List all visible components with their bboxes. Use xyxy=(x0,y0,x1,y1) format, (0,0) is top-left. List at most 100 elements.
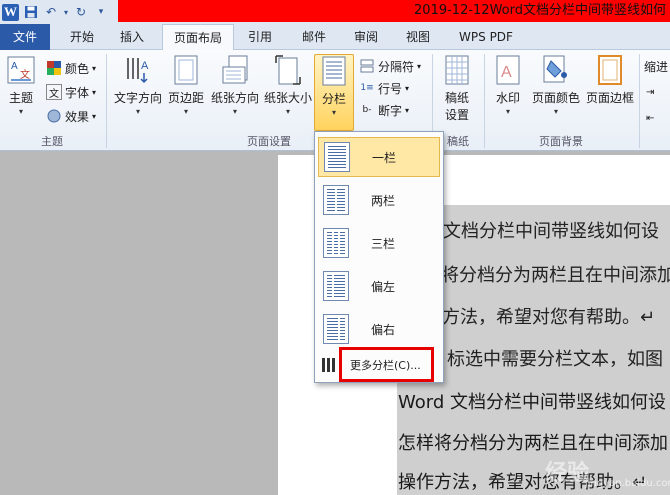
theme-effects-button[interactable]: 效果 ▾ xyxy=(46,106,96,126)
tab-mailings[interactable]: 邮件 xyxy=(290,24,338,50)
page-size-label: 纸张大小 xyxy=(263,91,312,105)
columns-button[interactable]: 分栏 ▾ xyxy=(314,54,354,131)
quick-access-toolbar: W ↶ ▾ ↻ ▾ xyxy=(0,0,109,24)
line-numbers-button[interactable]: 1≡ 行号 ▾ xyxy=(359,78,409,98)
chevron-down-icon: ▾ xyxy=(417,61,422,71)
themes-icon: A文 xyxy=(6,54,36,86)
breaks-button[interactable]: 分隔符 ▾ xyxy=(359,56,421,76)
page-size-icon xyxy=(273,54,303,86)
page-color-label: 页面颜色 xyxy=(531,91,580,105)
page-size-button[interactable]: 纸张大小 ▾ xyxy=(262,54,314,116)
columns-option-label: 一栏 xyxy=(372,150,397,165)
group-divider xyxy=(639,54,640,148)
right-column-icon xyxy=(323,314,349,344)
document-line-3[interactable]: 方法，希望对您有帮助。↵ xyxy=(442,303,655,329)
undo-icon[interactable]: ↶ xyxy=(43,4,59,20)
line-numbers-label: 行号 xyxy=(378,81,403,96)
columns-option-right[interactable]: 偏右 xyxy=(318,309,440,349)
line-numbers-icon: 1≡ xyxy=(360,83,374,93)
columns-option-label: 偏右 xyxy=(371,322,396,337)
orientation-button[interactable]: 纸张方向 ▾ xyxy=(209,54,261,116)
tab-file[interactable]: 文件 xyxy=(0,24,50,50)
page-borders-label: 页面边框 xyxy=(585,91,634,105)
manuscript-settings-button[interactable]: 稿纸 设置 xyxy=(440,54,474,123)
font-icon: 文 xyxy=(46,84,62,100)
tab-page-layout[interactable]: 页面布局 xyxy=(162,24,234,51)
effects-icon xyxy=(46,108,62,124)
columns-option-one[interactable]: 一栏 xyxy=(318,137,440,177)
manuscript-label-line2: 设置 xyxy=(444,108,469,122)
document-title: 2019-12-12Word文档分栏中间带竖线如何 xyxy=(414,3,666,18)
margins-button[interactable]: 页边距 ▾ xyxy=(166,54,206,116)
palette-icon xyxy=(46,60,62,76)
two-columns-icon xyxy=(323,185,349,215)
manuscript-label-line1: 稿纸 xyxy=(444,91,469,105)
tab-review[interactable]: 审阅 xyxy=(342,24,390,50)
margins-label: 页边距 xyxy=(167,91,204,105)
tab-insert[interactable]: 插入 xyxy=(108,24,156,50)
undo-dropdown-icon[interactable]: ▾ xyxy=(63,4,69,20)
tab-home[interactable]: 开始 xyxy=(58,24,106,50)
columns-icon xyxy=(319,55,349,87)
chevron-down-icon: ▾ xyxy=(505,107,510,116)
chevron-down-icon: ▾ xyxy=(405,83,410,93)
text-direction-button[interactable]: A 文字方向 ▾ xyxy=(112,54,164,116)
breaks-icon xyxy=(359,58,375,74)
theme-group-label: 主题 xyxy=(41,135,63,148)
chevron-down-icon: ▾ xyxy=(553,107,558,116)
three-columns-icon xyxy=(323,228,349,258)
group-divider xyxy=(484,54,485,148)
tab-wps-pdf[interactable]: WPS PDF xyxy=(448,24,524,50)
indent-left-icon[interactable]: ⇥ xyxy=(646,82,654,102)
tab-references[interactable]: 引用 xyxy=(236,24,284,50)
customize-qat-icon[interactable]: ▾ xyxy=(93,4,109,20)
text-direction-icon: A xyxy=(123,54,153,86)
save-icon[interactable] xyxy=(23,4,39,20)
manuscript-icon xyxy=(442,54,472,86)
document-line-1[interactable]: 文档分栏中间带竖线如何设 xyxy=(443,217,659,243)
columns-option-label: 偏左 xyxy=(371,279,396,294)
hyphenation-label: 断字 xyxy=(378,103,403,118)
columns-dropdown-menu: 一栏 两栏 三栏 偏左 偏右 更多分栏(C)... xyxy=(314,131,444,383)
more-columns-icon xyxy=(322,358,336,372)
themes-button[interactable]: A文 主题 ▾ xyxy=(4,54,38,116)
tab-view[interactable]: 视图 xyxy=(394,24,442,50)
left-column-icon xyxy=(323,271,349,301)
watermark-button[interactable]: A 水印 ▾ xyxy=(490,54,526,116)
watermark-label: 水印 xyxy=(495,91,520,105)
page-color-button[interactable]: 页面颜色 ▾ xyxy=(528,54,584,116)
columns-option-three[interactable]: 三栏 xyxy=(318,223,440,263)
title-bar: W ↶ ▾ ↻ ▾ 2019-12-12Word文档分栏中间带竖线如何 xyxy=(0,0,670,24)
columns-option-label: 三栏 xyxy=(371,236,396,251)
columns-option-label: 两栏 xyxy=(371,193,396,208)
one-column-icon xyxy=(324,142,350,172)
themes-label: 主题 xyxy=(8,91,33,105)
document-line-5[interactable]: Word 文档分栏中间带竖线如何设 xyxy=(398,388,666,414)
repeat-icon[interactable]: ↻ xyxy=(73,4,89,20)
watermark-url: jingyan.baidu.com xyxy=(585,478,670,489)
document-line-4[interactable]: 标选中需要分栏文本，如图 xyxy=(447,345,663,371)
columns-label: 分栏 xyxy=(321,92,346,106)
theme-colors-button[interactable]: 颜色 ▾ xyxy=(46,58,96,78)
theme-fonts-button[interactable]: 文 字体 ▾ xyxy=(46,82,96,102)
watermark-icon: A xyxy=(493,54,523,86)
columns-option-two[interactable]: 两栏 xyxy=(318,180,440,220)
document-line-2[interactable]: 将分档分为两栏且在中间添加 xyxy=(441,261,670,287)
document-line-6[interactable]: 怎样将分档分为两栏且在中间添加 xyxy=(398,429,668,455)
breaks-label: 分隔符 xyxy=(378,59,415,74)
page-borders-icon xyxy=(595,54,625,86)
watermark-text: 经验 xyxy=(545,461,590,486)
chevron-down-icon: ▾ xyxy=(92,63,97,73)
columns-option-left[interactable]: 偏左 xyxy=(318,266,440,306)
indent-right-icon[interactable]: ⇤ xyxy=(646,108,654,128)
word-logo-icon: W xyxy=(2,3,19,21)
paint-bucket-icon xyxy=(541,54,571,86)
chevron-down-icon: ▾ xyxy=(92,87,97,97)
hyphenation-icon: b‑ xyxy=(362,105,372,115)
svg-text:A: A xyxy=(141,60,149,72)
chevron-down-icon: ▾ xyxy=(331,108,336,117)
page-borders-button[interactable]: 页面边框 xyxy=(584,54,636,106)
hyphenation-button[interactable]: b‑ 断字 ▾ xyxy=(359,100,410,120)
highlight-annotation-box xyxy=(339,347,434,382)
chevron-down-icon: ▾ xyxy=(18,107,23,116)
